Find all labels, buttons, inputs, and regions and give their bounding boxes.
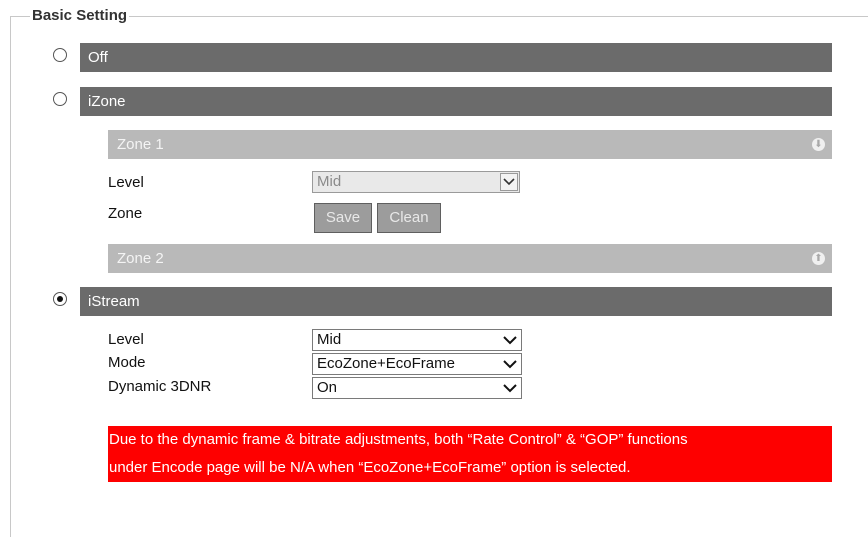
istream-dnr-label: Dynamic 3DNR — [108, 378, 212, 395]
warning-line-1: Due to the dynamic frame & bitrate adjus… — [109, 431, 688, 448]
izone-radio[interactable] — [53, 92, 67, 106]
izone-level-label: Level — [108, 174, 144, 191]
izone-zone-label: Zone — [108, 205, 143, 222]
izone-level-value: Mid — [317, 173, 342, 190]
istream-radio[interactable] — [53, 292, 67, 306]
clean-button[interactable]: Clean — [377, 203, 441, 233]
off-option-label: Off — [88, 49, 108, 66]
expand-icon[interactable]: ⬆ — [812, 252, 825, 265]
istream-mode-value: EcoZone+EcoFrame — [317, 355, 455, 372]
istream-level-select[interactable]: Mid — [312, 329, 522, 351]
izone-option-bar: iZone — [80, 87, 832, 116]
istream-level-value: Mid — [317, 331, 342, 348]
warning-line-2: under Encode page will be N/A when “EcoZ… — [109, 459, 631, 476]
radio-selected-dot — [57, 296, 63, 302]
off-option-bar: Off — [80, 43, 832, 72]
istream-dnr-select[interactable]: On — [312, 377, 522, 399]
chevron-down-icon — [503, 384, 517, 393]
izone-option-label: iZone — [88, 93, 126, 110]
zone2-header[interactable]: Zone 2 ⬆ — [108, 244, 832, 273]
save-button[interactable]: Save — [314, 203, 372, 233]
istream-level-label: Level — [108, 331, 144, 348]
zone1-title: Zone 1 — [117, 136, 164, 153]
collapse-icon[interactable]: ⬇ — [812, 138, 825, 151]
zone1-header[interactable]: Zone 1 ⬇ — [108, 130, 832, 159]
istream-dnr-value: On — [317, 379, 338, 396]
chevron-down-icon — [503, 336, 517, 345]
basic-setting-legend: Basic Setting — [30, 7, 130, 24]
warning-notice: Due to the dynamic frame & bitrate adjus… — [108, 426, 832, 482]
istream-option-bar: iStream — [80, 287, 832, 316]
izone-level-select[interactable]: Mid — [312, 171, 520, 193]
istream-option-label: iStream — [88, 293, 140, 310]
zone2-title: Zone 2 — [117, 250, 164, 267]
chevron-down-icon — [500, 173, 518, 191]
istream-mode-label: Mode — [108, 354, 146, 371]
off-radio[interactable] — [53, 48, 67, 62]
istream-mode-select[interactable]: EcoZone+EcoFrame — [312, 353, 522, 375]
chevron-down-icon — [503, 360, 517, 369]
